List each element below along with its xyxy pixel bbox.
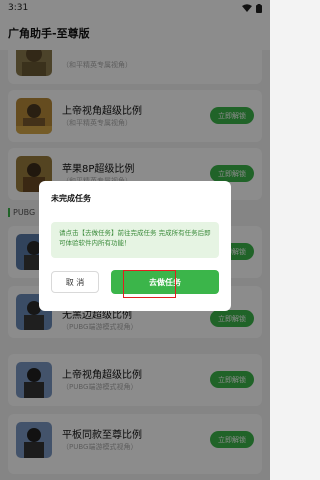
dialog-title: 未完成任务 [51, 194, 91, 203]
cancel-button[interactable]: 取 消 [51, 271, 99, 293]
highlight-box [123, 270, 176, 298]
dialog-message: 请点击【去做任务】前往完成任务 完成所有任务后即可体验软件内所有功能！ [51, 222, 219, 258]
